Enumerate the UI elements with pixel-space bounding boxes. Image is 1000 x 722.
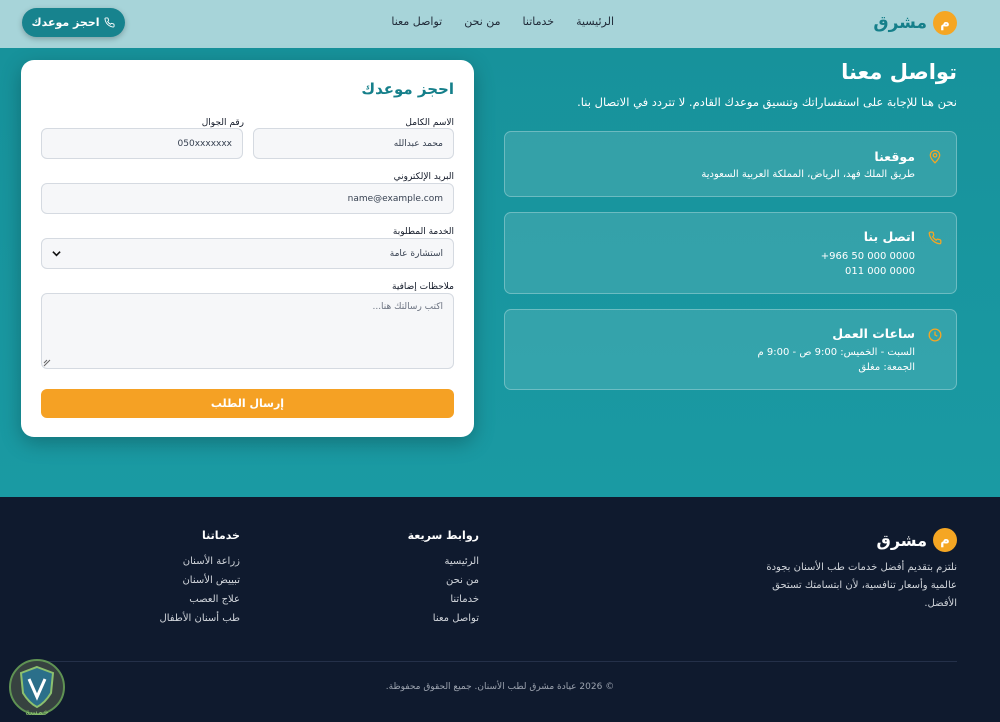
name-label: الاسم الكامل bbox=[405, 118, 454, 128]
location-card: موقعنا طريق الملك فهد، الرياض، المملكة ا… bbox=[504, 131, 957, 197]
service-label: الخدمة المطلوبة bbox=[392, 227, 454, 237]
email-input[interactable]: name@example.com bbox=[41, 183, 454, 214]
phone-number-2[interactable]: 011 000 0000 bbox=[845, 264, 915, 279]
brand-badge: م bbox=[933, 11, 957, 35]
map-pin-icon bbox=[929, 150, 941, 164]
footer-brand-name: مشرق bbox=[876, 530, 927, 550]
hours-card: ساعات العمل السبت - الخميس: 9:00 ص - 9:0… bbox=[504, 309, 957, 390]
hours-friday: الجمعة: مغلق bbox=[858, 362, 915, 373]
phone-card: اتصل بنا +966 50 000 0000 011 000 0000 bbox=[504, 212, 957, 294]
submit-button[interactable]: إرسال الطلب bbox=[41, 389, 454, 418]
book-appointment-button[interactable]: احجز موعدك bbox=[22, 8, 125, 37]
copyright: © 2026 عيادة مشرق لطب الأسنان. جميع الحق… bbox=[385, 682, 615, 692]
nav-services[interactable]: خدماتنا bbox=[523, 15, 555, 28]
page-subtitle: نحن هنا للإجابة على استفساراتك وتنسيق مو… bbox=[577, 95, 957, 109]
brand-logo[interactable]: م مشرق bbox=[873, 11, 957, 35]
footer-quick-links: روابط سريعة الرئيسية من نحن خدماتنا تواص… bbox=[408, 529, 479, 632]
footer-divider bbox=[43, 661, 957, 662]
contact-section: تواصل معنا نحن هنا للإجابة على استفسارات… bbox=[0, 48, 1000, 497]
footer-brand[interactable]: م مشرق bbox=[877, 528, 957, 552]
chevron-down-icon bbox=[52, 251, 61, 257]
footer-service-implants[interactable]: زراعة الأسنان bbox=[159, 556, 240, 567]
footer-service-pediatric[interactable]: طب أسنان الأطفال bbox=[159, 613, 240, 624]
footer-services: خدماتنا زراعة الأسنان تبييض الأسنان علاج… bbox=[159, 529, 240, 632]
location-title: موقعنا bbox=[874, 149, 915, 164]
hours-weekdays: السبت - الخميس: 9:00 ص - 9:00 م bbox=[757, 347, 915, 358]
booking-form: احجز موعدك الاسم الكامل محمد عبدالله رقم… bbox=[21, 60, 474, 437]
notes-textarea[interactable]: اكتب رسالتك هنا... bbox=[41, 293, 454, 369]
footer-link-home[interactable]: الرئيسية bbox=[408, 556, 479, 567]
service-value: استشارة عامة bbox=[389, 248, 443, 259]
brand-name: مشرق bbox=[873, 13, 927, 33]
footer-link-contact[interactable]: تواصل معنا bbox=[408, 613, 479, 624]
location-address: طريق الملك فهد، الرياض، المملكة العربية … bbox=[701, 169, 915, 180]
resize-handle-icon[interactable] bbox=[43, 359, 51, 367]
book-appointment-label: احجز موعدك bbox=[31, 16, 100, 29]
email-value: name@example.com bbox=[347, 193, 443, 204]
page-title: تواصل معنا bbox=[841, 60, 957, 84]
phone-label: رقم الجوال bbox=[201, 118, 244, 128]
phone-number-1[interactable]: +966 50 000 0000 bbox=[821, 249, 915, 264]
footer-link-about[interactable]: من نحن bbox=[408, 575, 479, 586]
site-footer: م مشرق نلتزم بتقديم أفضل خدمات طب الأسنا… bbox=[0, 497, 1000, 722]
service-select[interactable]: استشارة عامة bbox=[41, 238, 454, 269]
hours-title: ساعات العمل bbox=[832, 326, 915, 341]
quick-links-title: روابط سريعة bbox=[407, 529, 479, 542]
notes-placeholder: اكتب رسالتك هنا... bbox=[372, 302, 443, 312]
notes-label: ملاحظات إضافية bbox=[392, 282, 454, 292]
email-label: البريد الإلكتروني bbox=[393, 172, 454, 182]
footer-link-services[interactable]: خدماتنا bbox=[408, 594, 479, 605]
watermark-text: خمسة bbox=[25, 708, 49, 718]
phone-input[interactable]: 050xxxxxxx bbox=[41, 128, 243, 159]
phone-title: اتصل بنا bbox=[863, 229, 915, 244]
footer-service-whitening[interactable]: تبييض الأسنان bbox=[159, 575, 240, 586]
footer-service-root-canal[interactable]: علاج العصب bbox=[159, 594, 240, 605]
nav-contact[interactable]: تواصل معنا bbox=[391, 15, 442, 28]
footer-about: نلتزم بتقديم أفضل خدمات طب الأسنان بجودة… bbox=[766, 562, 957, 609]
phone-value: 050xxxxxxx bbox=[177, 138, 232, 149]
site-header: م مشرق الرئيسية خدماتنا من نحن تواصل معن… bbox=[0, 0, 1000, 48]
nav-home[interactable]: الرئيسية bbox=[576, 15, 614, 28]
shield-logo-icon: خمسة bbox=[9, 659, 65, 718]
form-title: احجز موعدك bbox=[361, 80, 454, 98]
nav-about[interactable]: من نحن bbox=[464, 15, 500, 28]
main-nav: الرئيسية خدماتنا من نحن تواصل معنا bbox=[391, 15, 614, 28]
phone-icon bbox=[928, 231, 942, 245]
phone-icon bbox=[104, 17, 116, 28]
full-name-input[interactable]: محمد عبدالله bbox=[253, 128, 454, 159]
footer-brand-badge: م bbox=[933, 528, 957, 552]
footer-services-title: خدماتنا bbox=[202, 529, 240, 542]
clock-icon bbox=[928, 328, 942, 342]
full-name-value: محمد عبدالله bbox=[393, 138, 443, 149]
